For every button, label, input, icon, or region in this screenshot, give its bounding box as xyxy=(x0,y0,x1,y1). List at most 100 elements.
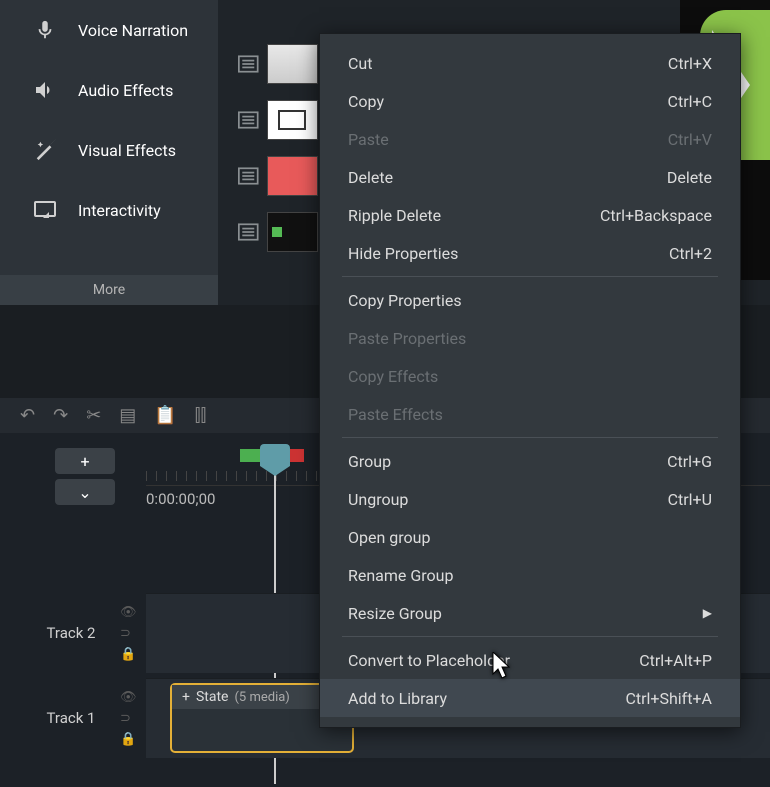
menu-item-paste: Paste Ctrl+V xyxy=(320,120,740,158)
list-icon xyxy=(238,111,259,129)
undo-button[interactable]: ↶ xyxy=(20,405,35,426)
context-menu: CutCtrl+XCopyCtrl+CPasteCtrl+VDeleteDele… xyxy=(319,33,741,728)
menu-item-ripple-delete[interactable]: Ripple DeleteCtrl+Backspace xyxy=(320,196,740,234)
menu-item-label: Hide Properties xyxy=(348,244,458,263)
menu-item-label: Group xyxy=(348,452,391,471)
sidebar-item-audio-effects[interactable]: Audio Effects xyxy=(0,60,218,120)
media-thumbnail xyxy=(267,212,318,252)
menu-item-shortcut: Ctrl+2 xyxy=(669,244,712,263)
menu-item-shortcut: Ctrl+V xyxy=(668,130,712,149)
visibility-icon[interactable]: 👁 xyxy=(120,605,146,620)
copy-button[interactable]: ▤ xyxy=(119,405,136,426)
media-thumbnail xyxy=(267,156,318,196)
list-icon xyxy=(238,223,259,241)
zoom-out-button[interactable]: ⌄ xyxy=(55,479,115,505)
sidebar-item-label: Audio Effects xyxy=(78,81,173,100)
lock-icon[interactable]: 🔒 xyxy=(120,732,146,747)
split-button[interactable]: ⫿⫿ xyxy=(195,405,207,426)
menu-item-label: Open group xyxy=(348,528,430,547)
menu-item-shortcut: Ctrl+U xyxy=(668,490,712,509)
menu-item-label: Add to Library xyxy=(348,689,447,708)
sidebar-item-label: Visual Effects xyxy=(78,141,176,160)
lock-icon[interactable]: 🔒 xyxy=(120,647,146,662)
menu-item-delete[interactable]: Delete Delete xyxy=(320,158,740,196)
menu-item-label: Ungroup xyxy=(348,490,408,509)
visibility-icon[interactable]: 👁 xyxy=(120,690,146,705)
menu-item-add-to-library[interactable]: Add to Library Ctrl+Shift+A xyxy=(320,679,740,717)
sidebar: Voice Narration Audio Effects Visual Eff… xyxy=(0,0,218,305)
magnet-icon[interactable]: ⊃ xyxy=(120,626,146,641)
wand-icon xyxy=(30,138,60,162)
menu-item-convert-to-placeholder[interactable]: Convert to Placeholder Ctrl+Alt+P xyxy=(320,641,740,679)
menu-item-label: Cut xyxy=(348,54,372,73)
media-thumbnail xyxy=(267,100,318,140)
zoom-controls: + ⌄ xyxy=(15,448,45,510)
menu-item-shortcut: Ctrl+G xyxy=(667,452,712,471)
menu-item-ungroup[interactable]: Ungroup Ctrl+U xyxy=(320,480,740,518)
menu-item-label: Paste Effects xyxy=(348,405,443,424)
sidebar-item-label: Voice Narration xyxy=(78,21,188,40)
menu-item-label: Copy xyxy=(348,92,384,111)
menu-item-shortcut: Ctrl+Shift+A xyxy=(625,689,712,708)
media-item[interactable] xyxy=(238,148,318,204)
menu-item-label: Paste Properties xyxy=(348,329,466,348)
paste-button[interactable]: 📋 xyxy=(154,405,176,426)
sidebar-item-voice-narration[interactable]: Voice Narration xyxy=(0,0,218,60)
track-controls: 👁 ⊃ 🔒 xyxy=(120,593,146,673)
list-icon xyxy=(238,55,259,73)
track-label[interactable]: Track 1 xyxy=(22,678,120,758)
media-item[interactable] xyxy=(238,92,318,148)
media-list xyxy=(238,36,318,260)
cut-button[interactable]: ✂ xyxy=(86,405,101,426)
menu-item-label: Copy Effects xyxy=(348,367,438,386)
menu-item-paste-effects: Paste Effects xyxy=(320,395,740,433)
menu-item-label: Convert to Placeholder xyxy=(348,651,510,670)
sidebar-item-visual-effects[interactable]: Visual Effects xyxy=(0,120,218,180)
menu-item-shortcut: Ctrl+X xyxy=(668,54,712,73)
menu-item-group[interactable]: Group Ctrl+G xyxy=(320,442,740,480)
clip-add-icon: + xyxy=(182,689,190,705)
track-label[interactable]: Track 2 xyxy=(22,593,120,673)
menu-item-copy-properties[interactable]: Copy Properties xyxy=(320,281,740,319)
magnet-icon[interactable]: ⊃ xyxy=(120,711,146,726)
menu-item-label: Resize Group xyxy=(348,604,442,623)
sidebar-item-label: Interactivity xyxy=(78,201,161,220)
menu-item-shortcut: Ctrl+C xyxy=(668,92,712,111)
interactivity-icon xyxy=(30,198,60,222)
clip-meta: (5 media) xyxy=(234,690,289,705)
marker-in[interactable] xyxy=(240,449,260,462)
menu-item-label: Paste xyxy=(348,130,389,149)
menu-item-label: Delete xyxy=(348,168,393,187)
mic-icon xyxy=(30,18,60,42)
speaker-icon xyxy=(30,78,60,102)
menu-item-cut[interactable]: Cut Ctrl+X xyxy=(320,44,740,82)
menu-separator xyxy=(342,437,718,438)
menu-item-shortcut: Delete xyxy=(667,168,712,187)
menu-item-resize-group[interactable]: Resize Group ▶ xyxy=(320,594,740,632)
menu-item-rename-group[interactable]: Rename Group xyxy=(320,556,740,594)
clip-title: State xyxy=(196,689,229,705)
menu-item-open-group[interactable]: Open group xyxy=(320,518,740,556)
menu-item-paste-properties: Paste Properties xyxy=(320,319,740,357)
menu-separator xyxy=(342,276,718,277)
track-controls: 👁 ⊃ 🔒 xyxy=(120,678,146,758)
menu-item-label: Copy Properties xyxy=(348,291,462,310)
zoom-in-button[interactable]: + xyxy=(55,448,115,474)
marker-out[interactable] xyxy=(289,449,304,462)
more-button[interactable]: More xyxy=(0,275,218,305)
media-item[interactable] xyxy=(238,204,318,260)
menu-item-label: Rename Group xyxy=(348,566,453,585)
timecode-display: 0:00:00;00 xyxy=(146,490,215,508)
list-icon xyxy=(238,167,259,185)
redo-button[interactable]: ↷ xyxy=(53,405,68,426)
menu-item-copy-effects: Copy Effects xyxy=(320,357,740,395)
menu-item-shortcut: Ctrl+Backspace xyxy=(600,206,712,225)
sidebar-item-interactivity[interactable]: Interactivity xyxy=(0,180,218,240)
media-item[interactable] xyxy=(238,36,318,92)
menu-separator xyxy=(342,636,718,637)
menu-item-shortcut: ▶ xyxy=(703,606,712,620)
menu-item-hide-properties[interactable]: Hide Properties Ctrl+2 xyxy=(320,234,740,272)
menu-item-shortcut: Ctrl+Alt+P xyxy=(639,651,712,670)
media-thumbnail xyxy=(267,44,318,84)
menu-item-copy[interactable]: Copy Ctrl+C xyxy=(320,82,740,120)
